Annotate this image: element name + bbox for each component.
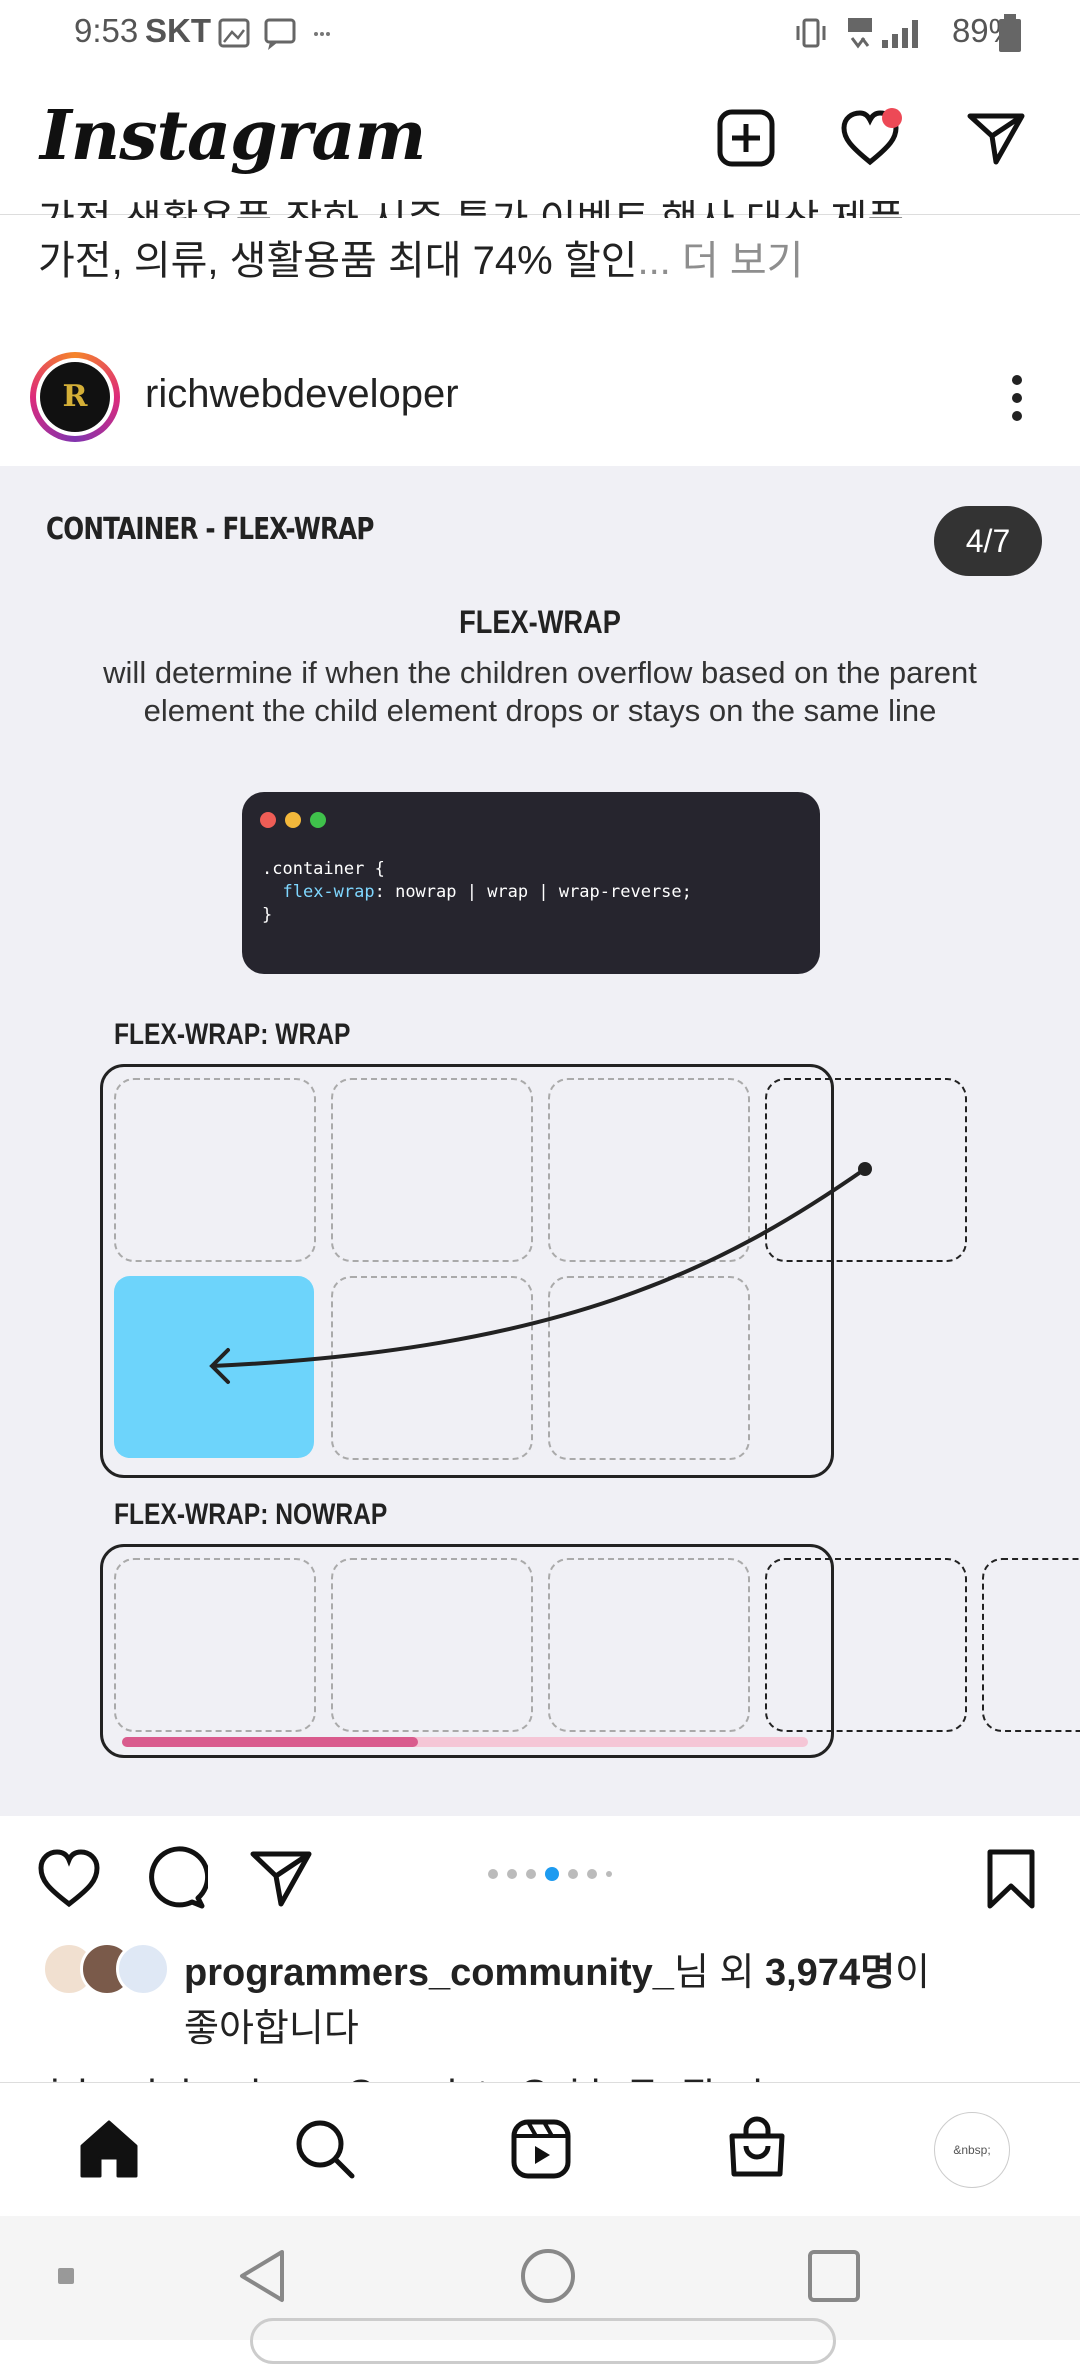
- reels-icon[interactable]: [508, 2116, 574, 2182]
- code-line-3: }: [262, 905, 273, 925]
- code-line-1: .container {: [262, 859, 385, 879]
- more-options-icon[interactable]: [1000, 370, 1034, 430]
- share-icon[interactable]: [248, 1846, 314, 1912]
- status-carrier: SKT: [145, 12, 211, 49]
- slide-heading: FLEX-WRAP: [459, 604, 621, 640]
- avatar[interactable]: R: [40, 362, 110, 432]
- post-username[interactable]: richwebdeveloper: [145, 372, 459, 417]
- carousel-dot: [568, 1868, 578, 1879]
- likes-count[interactable]: 3,974명: [765, 1952, 895, 1994]
- more-link[interactable]: ... 더 보기: [637, 239, 803, 283]
- liker-username[interactable]: programmers_community_: [184, 1952, 674, 1994]
- code-property: flex-wrap: [282, 882, 375, 902]
- carousel-dot: [507, 1868, 517, 1879]
- save-bookmark-icon[interactable]: [978, 1846, 1044, 1912]
- carousel-dot-active: [545, 1866, 559, 1881]
- home-circle-icon[interactable]: [518, 2246, 578, 2306]
- code-snippet: .container { flex-wrap: nowrap | wrap | …: [262, 858, 692, 927]
- status-time: 9:53: [74, 12, 139, 49]
- send-icon[interactable]: [966, 108, 1026, 168]
- liker-avatar[interactable]: [116, 1942, 170, 1996]
- previous-caption: 가전, 의류, 생활용품 최대 74% 할인... 더 보기: [38, 228, 803, 286]
- code-values: : nowrap | wrap | wrap-reverse;: [374, 882, 692, 902]
- back-icon[interactable]: [232, 2246, 292, 2306]
- recent-dot[interactable]: [58, 2268, 74, 2284]
- profile-tab-avatar[interactable]: &nbsp;: [934, 2112, 1010, 2188]
- window-minimize-dot: [285, 812, 301, 828]
- wrap-arrow: [209, 1162, 872, 1384]
- home-icon[interactable]: [76, 2116, 142, 2182]
- wrap-label: FLEX-WRAP: WRAP: [114, 1018, 351, 1051]
- carousel-dot: [488, 1868, 498, 1879]
- nowrap-label: FLEX-WRAP: NOWRAP: [114, 1498, 388, 1531]
- likes-summary[interactable]: programmers_community_님 외 3,974명이 좋아합니다: [184, 1945, 1044, 2057]
- likes-end-text: 이: [895, 1952, 931, 1994]
- carousel-dot: [526, 1868, 536, 1879]
- comment-icon[interactable]: [142, 1846, 208, 1912]
- slide-description: will determine if when the children over…: [103, 655, 977, 728]
- carousel-indicator: [488, 1865, 621, 1881]
- shop-icon[interactable]: [724, 2116, 790, 2182]
- scroll-progress: [122, 1737, 418, 1747]
- carousel-dot: [606, 1870, 612, 1877]
- carousel-dot: [587, 1868, 597, 1879]
- slide-counter: 4/7: [934, 506, 1042, 576]
- previous-caption-cut: 가전·생활용품·잡화 시즌 특가 이벤트 행사 대상 제품: [38, 190, 1038, 218]
- battery-icon: [999, 14, 1021, 52]
- overview-icon[interactable]: [804, 2246, 864, 2306]
- instagram-logo[interactable]: Instagram: [40, 96, 426, 176]
- previous-caption-text: 가전, 의류, 생활용품 최대 74% 할인: [38, 239, 638, 283]
- status-signal-icons: [796, 18, 918, 49]
- window-close-dot: [260, 812, 276, 828]
- gesture-handle[interactable]: [250, 2318, 836, 2364]
- likes-mid-text: 님 외: [673, 1952, 765, 1994]
- status-notification-icons: [218, 18, 330, 50]
- window-maximize-dot: [310, 812, 326, 828]
- overflow-cell: [982, 1558, 1080, 1732]
- slide-title: CONTAINER - FLEX-WRAP: [46, 512, 374, 547]
- add-post-icon[interactable]: [716, 108, 776, 168]
- notification-dot: [882, 108, 902, 128]
- like-icon[interactable]: [36, 1846, 102, 1912]
- search-icon[interactable]: [292, 2116, 358, 2182]
- likes-line2: 좋아합니다: [184, 2008, 359, 2050]
- nowrap-container: [100, 1544, 834, 1758]
